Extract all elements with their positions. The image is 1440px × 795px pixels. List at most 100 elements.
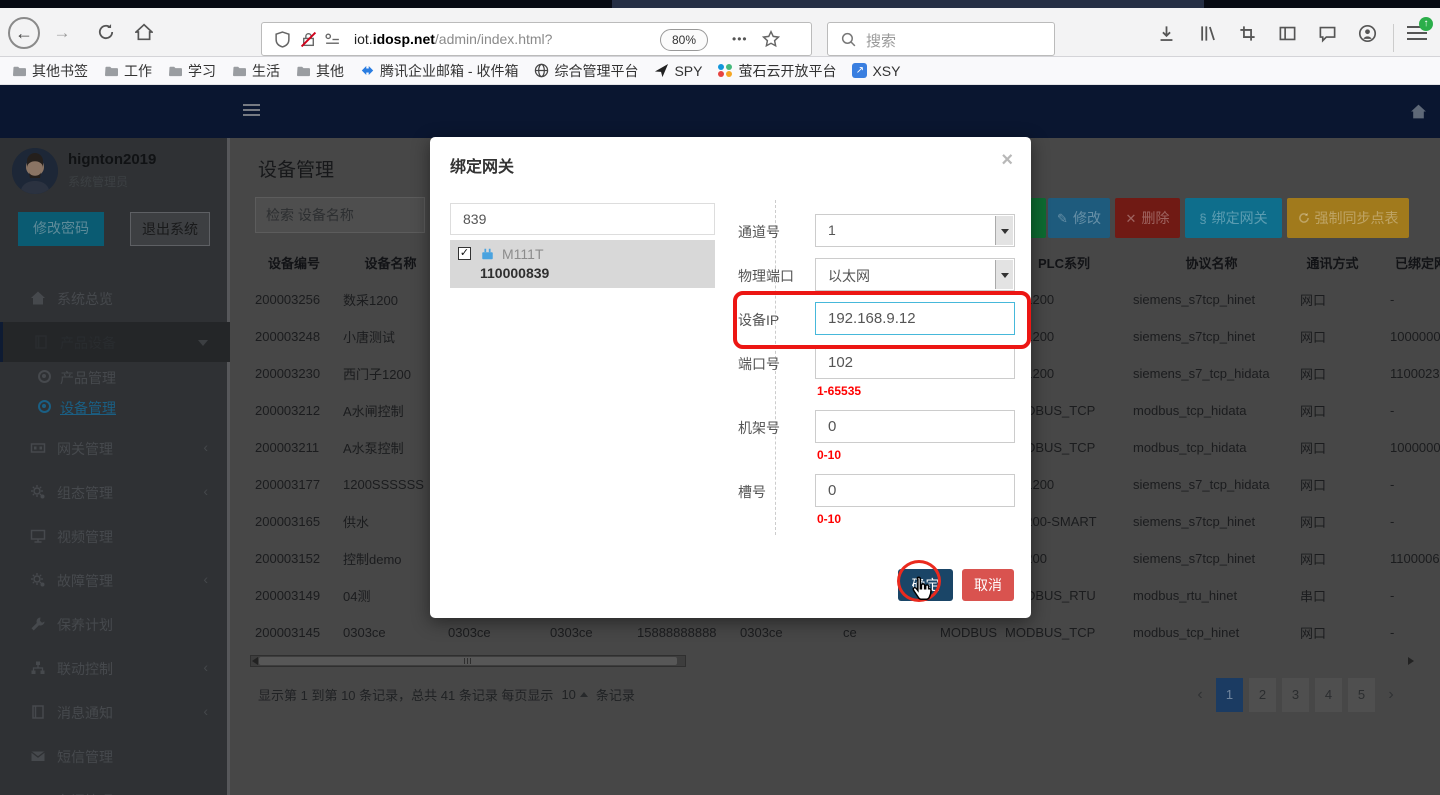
back-button[interactable]: ← <box>8 17 40 49</box>
bookmark-folder[interactable]: 其他 <box>296 61 344 81</box>
update-badge[interactable]: ↑ <box>1419 17 1433 31</box>
monitor-icon <box>30 528 46 544</box>
bookmark-mgmt-platform[interactable]: 综合管理平台 <box>534 61 638 81</box>
scroll-right-icon[interactable] <box>1408 657 1414 665</box>
prev-page-button[interactable]: ‹ <box>1190 678 1210 712</box>
dropdown-arrow-icon[interactable] <box>995 216 1013 245</box>
sidebar-item-workshop[interactable]: 车间管理 <box>0 778 230 795</box>
page-button-5[interactable]: 5 <box>1348 678 1375 712</box>
pagination-summary: 显示第 1 到第 10 条记录，总共 41 条记录 每页显示 10 条记录 <box>258 685 635 704</box>
reload-button[interactable] <box>92 23 120 51</box>
close-icon[interactable]: × <box>1001 149 1013 172</box>
table-cell: 网口 <box>1295 281 1370 318</box>
bookmark-star-icon[interactable] <box>762 30 780 51</box>
table-cell: 网口 <box>1295 355 1370 392</box>
rack-input[interactable] <box>815 410 1015 443</box>
bookmark-spy[interactable]: SPY <box>654 63 702 79</box>
page-title: 设备管理 <box>258 155 334 182</box>
active-tab[interactable] <box>612 0 1204 8</box>
sidebar-item-video[interactable]: 视频管理 <box>0 514 230 558</box>
scroll-left-icon[interactable] <box>252 657 258 665</box>
bookmark-ezviz[interactable]: 萤石云开放平台 <box>718 61 836 81</box>
library-icon[interactable] <box>1198 24 1218 44</box>
table-cell: 网口 <box>1295 318 1370 355</box>
table-cell: 1000000 <box>1370 429 1440 466</box>
bookmark-tencent-mail[interactable]: 腾讯企业邮箱 - 收件箱 <box>360 61 518 81</box>
edit-button[interactable]: ✎修改 <box>1048 198 1110 238</box>
tracking-shield-icon[interactable] <box>274 31 291 51</box>
next-page-button[interactable]: › <box>1381 678 1401 712</box>
zoom-level-badge[interactable]: 80% <box>660 29 708 51</box>
bookmark-folder[interactable]: 其他书签 <box>12 61 88 81</box>
chevron-left-icon: ‹ <box>203 571 208 587</box>
account-icon[interactable] <box>1358 24 1378 44</box>
bookmark-folder[interactable]: 工作 <box>104 61 152 81</box>
permissions-icon[interactable] <box>324 31 341 51</box>
column-header[interactable]: 通讯方式 <box>1295 243 1370 281</box>
bookmarks-bar: 其他书签 工作 学习 生活 其他 腾讯企业邮箱 - 收件箱 综合管理平台 SPY… <box>0 57 1440 85</box>
page-button-3[interactable]: 3 <box>1282 678 1309 712</box>
table-cell: modbus_rtu_hinet <box>1128 577 1295 614</box>
pocket-bubble-icon[interactable] <box>1318 24 1338 44</box>
bind-gateway-button[interactable]: §绑定网关 <box>1185 198 1282 238</box>
sidebar-item-products[interactable]: 产品设备 <box>0 322 230 362</box>
horizontal-scrollbar[interactable] <box>250 655 686 667</box>
page-button-4[interactable]: 4 <box>1315 678 1342 712</box>
cancel-button[interactable]: 取消 <box>962 569 1014 601</box>
bookmark-folder[interactable]: 学习 <box>168 61 216 81</box>
page-button-1[interactable]: 1 <box>1216 678 1243 712</box>
channel-select[interactable]: 1 <box>815 214 1015 247</box>
bookmark-xsy[interactable]: ↗XSY <box>852 63 900 79</box>
insecure-lock-icon[interactable] <box>300 31 317 51</box>
table-cell: siemens_s7tcp_hinet <box>1128 281 1295 318</box>
table-cell: A水闸控制 <box>338 392 443 429</box>
force-sync-button[interactable]: 强制同步点表 <box>1287 198 1409 238</box>
gateway-id: 110000839 <box>480 265 549 281</box>
column-header[interactable]: 设备编号 <box>250 243 338 281</box>
sidebar-item-gateway[interactable]: 网关管理 ‹ <box>0 426 230 470</box>
physical-port-select[interactable]: 以太网 <box>815 258 1015 291</box>
sidebar-item-device-mgmt[interactable]: 设备管理 <box>0 392 230 422</box>
sidebar-item-maintenance[interactable]: 保养计划 <box>0 602 230 646</box>
gateway-list-item[interactable]: ✓ M111T 110000839 <box>450 240 715 288</box>
avatar[interactable] <box>12 148 58 194</box>
search-bar[interactable]: 搜索 <box>827 22 1055 56</box>
page-actions-icon[interactable]: ••• <box>732 32 748 46</box>
forward-button[interactable]: → <box>48 21 76 49</box>
downloads-icon[interactable] <box>1157 24 1177 44</box>
column-header[interactable]: 设备名称 <box>338 243 443 281</box>
column-header[interactable]: 已绑定网关 <box>1370 243 1440 281</box>
sidebar-item-linkage[interactable]: 联动控制 ‹ <box>0 646 230 690</box>
page-button-2[interactable]: 2 <box>1249 678 1276 712</box>
url-text[interactable]: iot.idosp.net/admin/index.html? <box>354 31 552 47</box>
delete-button[interactable]: ✕删除 <box>1115 198 1180 238</box>
sidebar-item-product-mgmt[interactable]: 产品管理 <box>0 362 230 392</box>
table-row[interactable]: 2000031450303ce0303ce0303ce1588888888803… <box>250 614 1440 651</box>
url-bar[interactable]: iot.idosp.net/admin/index.html? 80% ••• <box>261 22 812 56</box>
screenshot-crop-icon[interactable] <box>1238 24 1258 44</box>
logout-button[interactable]: 退出系统 <box>130 212 210 246</box>
checkbox-checked-icon[interactable]: ✓ <box>458 247 471 260</box>
sidebar-collapse-icon[interactable] <box>243 104 260 119</box>
change-password-button[interactable]: 修改密码 <box>18 212 104 246</box>
home-button[interactable] <box>130 23 158 51</box>
app-home-icon[interactable] <box>1410 103 1427 123</box>
sidebar-item-sms[interactable]: 短信管理 <box>0 734 230 778</box>
column-header[interactable]: 协议名称 <box>1128 243 1295 281</box>
scrollbar-thumb[interactable] <box>259 657 677 665</box>
device-search-input[interactable] <box>255 197 425 233</box>
sidebar-item-notifications[interactable]: 消息通知 ‹ <box>0 690 230 734</box>
sidebar-item-fault[interactable]: 故障管理 ‹ <box>0 558 230 602</box>
tencent-mail-icon <box>360 64 375 77</box>
sidebar-toggle-icon[interactable] <box>1278 24 1298 44</box>
slot-input[interactable] <box>815 474 1015 507</box>
sidebar-item-config[interactable]: 组态管理 ‹ <box>0 470 230 514</box>
table-cell: 0303ce <box>545 614 632 651</box>
dropdown-arrow-icon[interactable] <box>995 260 1013 289</box>
sidebar-item-overview[interactable]: 系统总览 <box>0 278 230 318</box>
browser-tab-strip[interactable] <box>0 0 1440 8</box>
gateway-search-input[interactable] <box>450 203 715 235</box>
bookmark-folder[interactable]: 生活 <box>232 61 280 81</box>
page-size-select[interactable]: 10 <box>561 687 587 702</box>
port-input[interactable] <box>815 346 1015 379</box>
